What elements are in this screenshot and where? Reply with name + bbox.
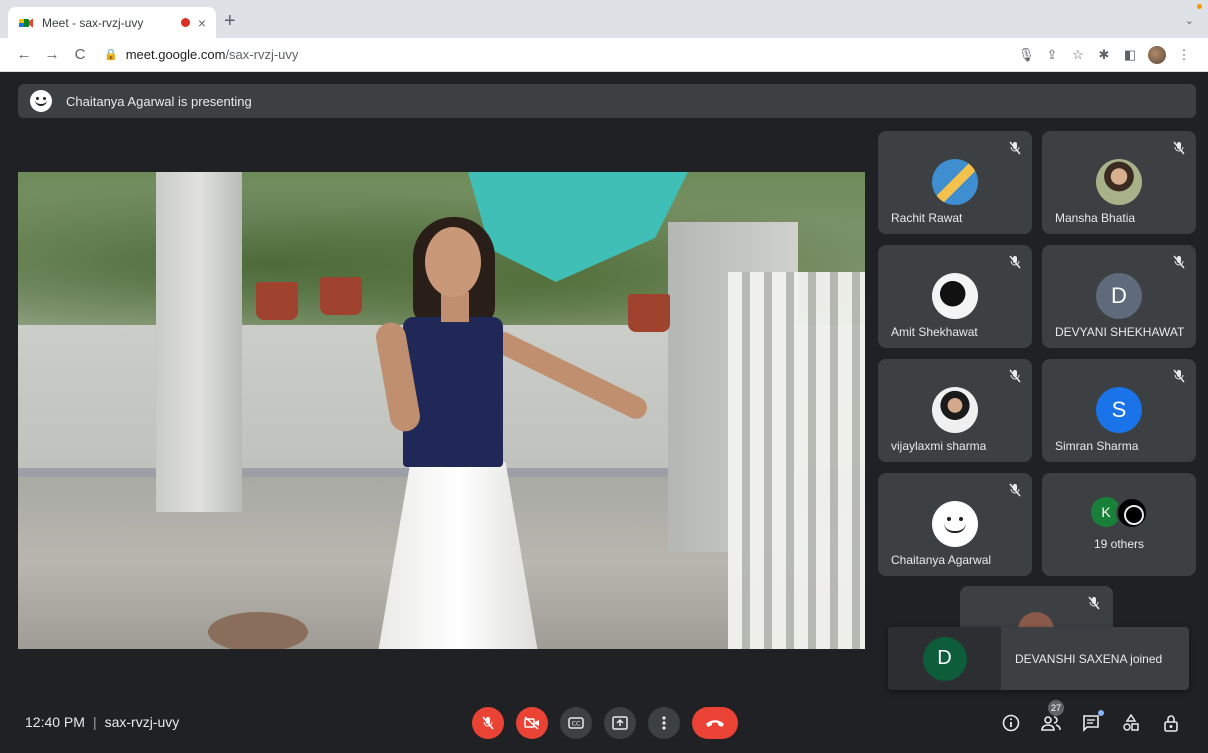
activities-button[interactable]	[1120, 712, 1142, 734]
mic-off-icon	[1009, 141, 1021, 155]
update-indicator-icon	[1197, 4, 1202, 9]
host-controls-button[interactable]	[1160, 712, 1182, 734]
mic-in-use-icon[interactable]: 🎙	[1018, 47, 1035, 63]
people-count-badge: 27	[1048, 700, 1065, 716]
new-tab-button[interactable]: +	[224, 11, 236, 31]
participant-name: Simran Sharma	[1055, 439, 1139, 453]
profile-avatar[interactable]	[1148, 45, 1166, 64]
participant-tile[interactable]: Chaitanya Agarwal	[878, 473, 1032, 576]
tab-close-button[interactable]: ×	[198, 15, 206, 31]
info-icon	[1002, 714, 1020, 732]
side-panel-icon[interactable]: ◧	[1122, 47, 1138, 63]
join-notification: D DEVANSHI SAXENA joined	[888, 627, 1189, 690]
camera-off-icon	[524, 716, 539, 730]
more-vert-icon	[662, 716, 666, 730]
mic-toggle-button[interactable]	[472, 707, 504, 739]
people-icon	[1041, 716, 1061, 731]
meeting-details: 12:40 PM | sax-rvzj-uvy	[25, 714, 179, 730]
bookmark-star-icon[interactable]: ☆	[1070, 47, 1086, 63]
url-host: meet.google.com	[125, 47, 226, 62]
mic-off-icon	[1173, 369, 1185, 383]
participant-tile[interactable]: D DEVYANI SHEKHAWAT	[1042, 245, 1196, 348]
lock-icon[interactable]: 🔒	[104, 48, 118, 61]
participant-tile[interactable]: Mansha Bhatia	[1042, 131, 1196, 234]
participant-avatar	[1096, 159, 1142, 205]
browser-menu-icon[interactable]: ⋮	[1176, 47, 1192, 63]
browser-tabstrip: Meet - sax-rvzj-uvy × + ⌄	[0, 0, 1208, 38]
reload-button[interactable]: C	[66, 46, 94, 63]
participant-avatar	[932, 387, 978, 433]
participant-avatar	[932, 501, 978, 547]
participant-name: Mansha Bhatia	[1055, 211, 1136, 225]
tab-title: Meet - sax-rvzj-uvy	[42, 15, 144, 30]
more-options-button[interactable]	[648, 707, 680, 739]
others-avatar-smiley	[1116, 497, 1148, 529]
people-button[interactable]: 27	[1040, 700, 1065, 734]
chat-icon	[1083, 715, 1099, 732]
address-bar[interactable]: 🔒 meet.google.com/sax-rvzj-uvy	[104, 42, 1018, 68]
toast-message: DEVANSHI SAXENA joined	[1015, 651, 1163, 666]
clock-time: 12:40 PM	[25, 714, 85, 730]
mic-off-icon	[1088, 596, 1100, 610]
participant-name: vijaylaxmi sharma	[891, 439, 987, 453]
mic-off-icon	[1009, 255, 1021, 269]
url-path: /sax-rvzj-uvy	[225, 47, 299, 62]
captions-icon: CC	[568, 717, 584, 729]
host-lock-icon	[1164, 715, 1178, 732]
presenting-banner: Chaitanya Agarwal is presenting	[18, 84, 1196, 118]
bottom-bar: 12:40 PM | sax-rvzj-uvy CC 27	[0, 692, 1208, 753]
forward-button[interactable]: →	[38, 46, 66, 63]
participant-avatar: S	[1096, 387, 1142, 433]
browser-tab-meet[interactable]: Meet - sax-rvzj-uvy ×	[8, 7, 216, 38]
mic-off-icon	[1009, 369, 1021, 383]
activities-icon	[1123, 714, 1139, 731]
meeting-code: sax-rvzj-uvy	[104, 714, 180, 730]
presenting-text: Chaitanya Agarwal is presenting	[66, 93, 252, 109]
toolbar-actions: 🎙 ⇪ ☆ ✱ ◧ ⋮	[1018, 45, 1192, 64]
extensions-icon[interactable]: ✱	[1096, 47, 1112, 63]
participant-tile[interactable]: Amit Shekhawat	[878, 245, 1032, 348]
browser-toolbar: ← → C 🔒 meet.google.com/sax-rvzj-uvy 🎙 ⇪…	[0, 38, 1208, 72]
mic-off-icon	[1173, 255, 1185, 269]
presenter-figure	[373, 217, 651, 649]
meet-favicon-icon	[18, 15, 34, 31]
participant-name: Rachit Rawat	[891, 211, 963, 225]
chat-button[interactable]	[1080, 710, 1104, 734]
toast-avatar: D	[922, 636, 967, 681]
others-tile[interactable]: K 19 others	[1042, 473, 1196, 576]
recording-indicator-icon	[180, 18, 190, 27]
mic-off-icon	[482, 716, 494, 730]
end-call-icon	[706, 720, 724, 727]
call-controls: CC	[472, 707, 738, 739]
leave-call-button[interactable]	[692, 707, 738, 739]
meet-stage: Chaitanya Agarwal is presenting Rachit R…	[0, 72, 1208, 753]
presentation-video	[18, 172, 865, 649]
separator: |	[92, 714, 97, 730]
participant-tile[interactable]: S Simran Sharma	[1042, 359, 1196, 462]
present-icon	[612, 716, 628, 730]
others-avatars: K	[1091, 497, 1151, 529]
participant-avatar	[932, 273, 978, 319]
participant-avatar	[932, 159, 978, 205]
participant-tile[interactable]: vijaylaxmi sharma	[878, 359, 1032, 462]
presenter-avatar	[30, 90, 52, 112]
side-controls: 27	[1000, 700, 1182, 734]
participant-name: Amit Shekhawat	[891, 325, 978, 339]
camera-toggle-button[interactable]	[516, 707, 548, 739]
mic-off-icon	[1009, 483, 1021, 497]
share-icon[interactable]: ⇪	[1044, 47, 1060, 63]
participant-name: DEVYANI SHEKHAWAT	[1055, 325, 1185, 339]
participant-tile[interactable]: Rachit Rawat	[878, 131, 1032, 234]
tab-search-chevron-icon[interactable]: ⌄	[1185, 14, 1194, 27]
participant-name: Chaitanya Agarwal	[891, 553, 992, 567]
meeting-details-button[interactable]	[1000, 712, 1022, 734]
present-now-button[interactable]	[604, 707, 636, 739]
participant-avatar: D	[1096, 273, 1142, 319]
svg-text:CC: CC	[572, 721, 580, 728]
captions-button[interactable]: CC	[560, 707, 592, 739]
others-count: 19 others	[1093, 537, 1145, 551]
chat-unread-dot	[1098, 710, 1104, 716]
mic-off-icon	[1173, 141, 1185, 155]
back-button[interactable]: ←	[10, 46, 38, 63]
